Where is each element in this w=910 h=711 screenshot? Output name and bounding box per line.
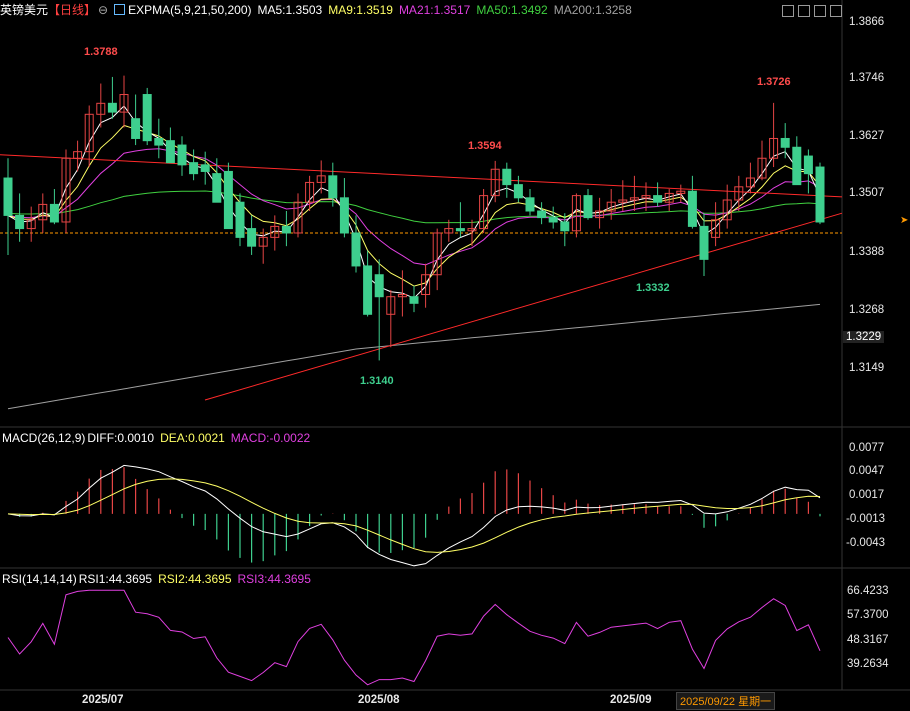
candle-body [455,228,465,232]
macd-diff: DIFF:0.0010 [87,431,155,445]
candle-body [513,184,523,199]
candle-body [107,102,117,113]
macd-value: MACD:-0.0022 [230,431,311,445]
candle-body [560,221,570,232]
rsi-axis-tick: 48.3167 [847,634,889,646]
candle-body [363,265,373,315]
ma50-value: MA50:1.3492 [476,3,548,17]
macd-header: MACD(26,12,9) DIFF:0.0010 DEA:0.0021 MACD:-… [2,429,316,447]
settings-icon[interactable]: ⊖ [98,3,108,17]
ma21-value: MA21:1.3517 [398,3,471,17]
macd-label[interactable]: MACD(26,12,9) [2,431,85,445]
ma200-value: MA200:1.3258 [553,3,632,17]
ma200-line [7,303,821,410]
move-icon[interactable] [782,4,794,17]
ma21-line [7,148,821,266]
period-label[interactable]: 【日线】 [48,3,96,17]
macd-axis-tick: -0.0043 [846,537,886,549]
high-annotation-2: 1.3594 [468,140,502,152]
candle-body [548,217,558,223]
date-axis-tick: 2025/08 [358,694,400,706]
candle-body [200,164,210,172]
candle-body [339,197,349,234]
close-icon[interactable] [830,4,842,17]
candle-body [328,175,338,199]
candle-body [154,137,164,146]
candle-body [374,274,384,298]
price-axis-tick: 1.3268 [849,304,885,316]
candle-body [131,118,141,139]
maximize-icon[interactable] [814,4,826,17]
candle-body [49,203,59,223]
price-axis-tick: 1.3746 [849,72,885,84]
candle-body [351,232,361,267]
layout-icon[interactable] [798,4,810,17]
candle-body [223,170,233,230]
resistance-trendline [0,154,843,198]
ma50-line [7,190,821,224]
expma-label[interactable]: EXPMA(5,9,21,50,200) [128,3,251,17]
rsi-line [7,589,821,686]
ma5-value: MA5:1.3503 [257,3,323,17]
current-price-label: 1.3229 [843,331,885,343]
ma9-value: MA9:1.3519 [328,3,393,17]
high-annotation-1: 1.3788 [84,46,118,58]
low-annotation-1: 1.3140 [360,375,394,387]
price-marker-arrow-icon: ➤ [900,215,909,226]
date-axis-tick: 2025/09 [610,694,652,706]
price-axis-tick: 1.3388 [849,246,885,258]
window-controls [778,3,842,17]
main-header: 英镑美元【日线】 ⊖ EXPMA(5,9,21,50,200) MA5:1.3503 M… [0,1,638,19]
ma9-line [7,124,821,287]
cursor-date-label: 2025/09/22 星期一 [676,692,776,710]
candle-body [165,140,175,164]
macd-axis-tick: 0.0017 [849,489,885,501]
candle-body [212,173,222,203]
candle-body [247,228,257,247]
candle-body [409,296,419,304]
candle-body [583,195,593,219]
candle-body [177,144,187,166]
chart-canvas[interactable] [0,0,910,711]
rsi1-value: RSI1:44.3695 [78,572,153,586]
candle-body [653,195,663,203]
rsi-axis-tick: 66.4233 [847,585,889,597]
rsi-label[interactable]: RSI(14,14,14) [2,572,77,586]
rsi-axis-tick: 39.2634 [847,658,889,670]
date-axis-tick: 2025/07 [82,694,124,706]
chart-indicator-icon[interactable] [114,4,126,15]
price-axis-tick: 1.3866 [849,16,885,28]
candle-body [142,94,152,142]
candle-body [15,214,25,230]
macd-axis-tick: 0.0077 [849,442,885,454]
candle-body [792,146,802,186]
candle-body [281,225,291,234]
candle-body [502,168,512,186]
macd-axis-tick: -0.0013 [846,513,886,525]
candle-body [699,225,709,260]
candle-body [537,210,547,219]
candle-body [687,190,697,227]
high-annotation-3: 1.3726 [757,76,791,88]
rsi-header: RSI(14,14,14) RSI1:44.3695 RSI2:44.3695 RSI… [2,570,317,588]
low-annotation-2: 1.3332 [636,282,670,294]
support-trendline [204,212,843,401]
candle-body [803,155,813,175]
macd-axis-tick: 0.0047 [849,465,885,477]
instrument-name[interactable]: 英镑美元 [0,3,48,17]
candle-body [235,201,245,238]
candle-body [815,166,825,223]
candle-body [189,162,199,175]
price-axis-tick: 1.3627 [849,130,885,142]
rsi2-value: RSI2:44.3695 [158,572,232,586]
macd-dea: DEA:0.0021 [160,431,225,445]
candle-body [3,177,13,216]
price-axis-tick: 1.3507 [849,187,885,199]
candle-body [525,197,535,212]
ma5-line [7,105,821,299]
candle-body [780,137,790,148]
rsi-axis-tick: 57.3700 [847,609,889,621]
price-axis-tick: 1.3149 [849,362,885,374]
rsi3-value: RSI3:44.3695 [237,572,311,586]
